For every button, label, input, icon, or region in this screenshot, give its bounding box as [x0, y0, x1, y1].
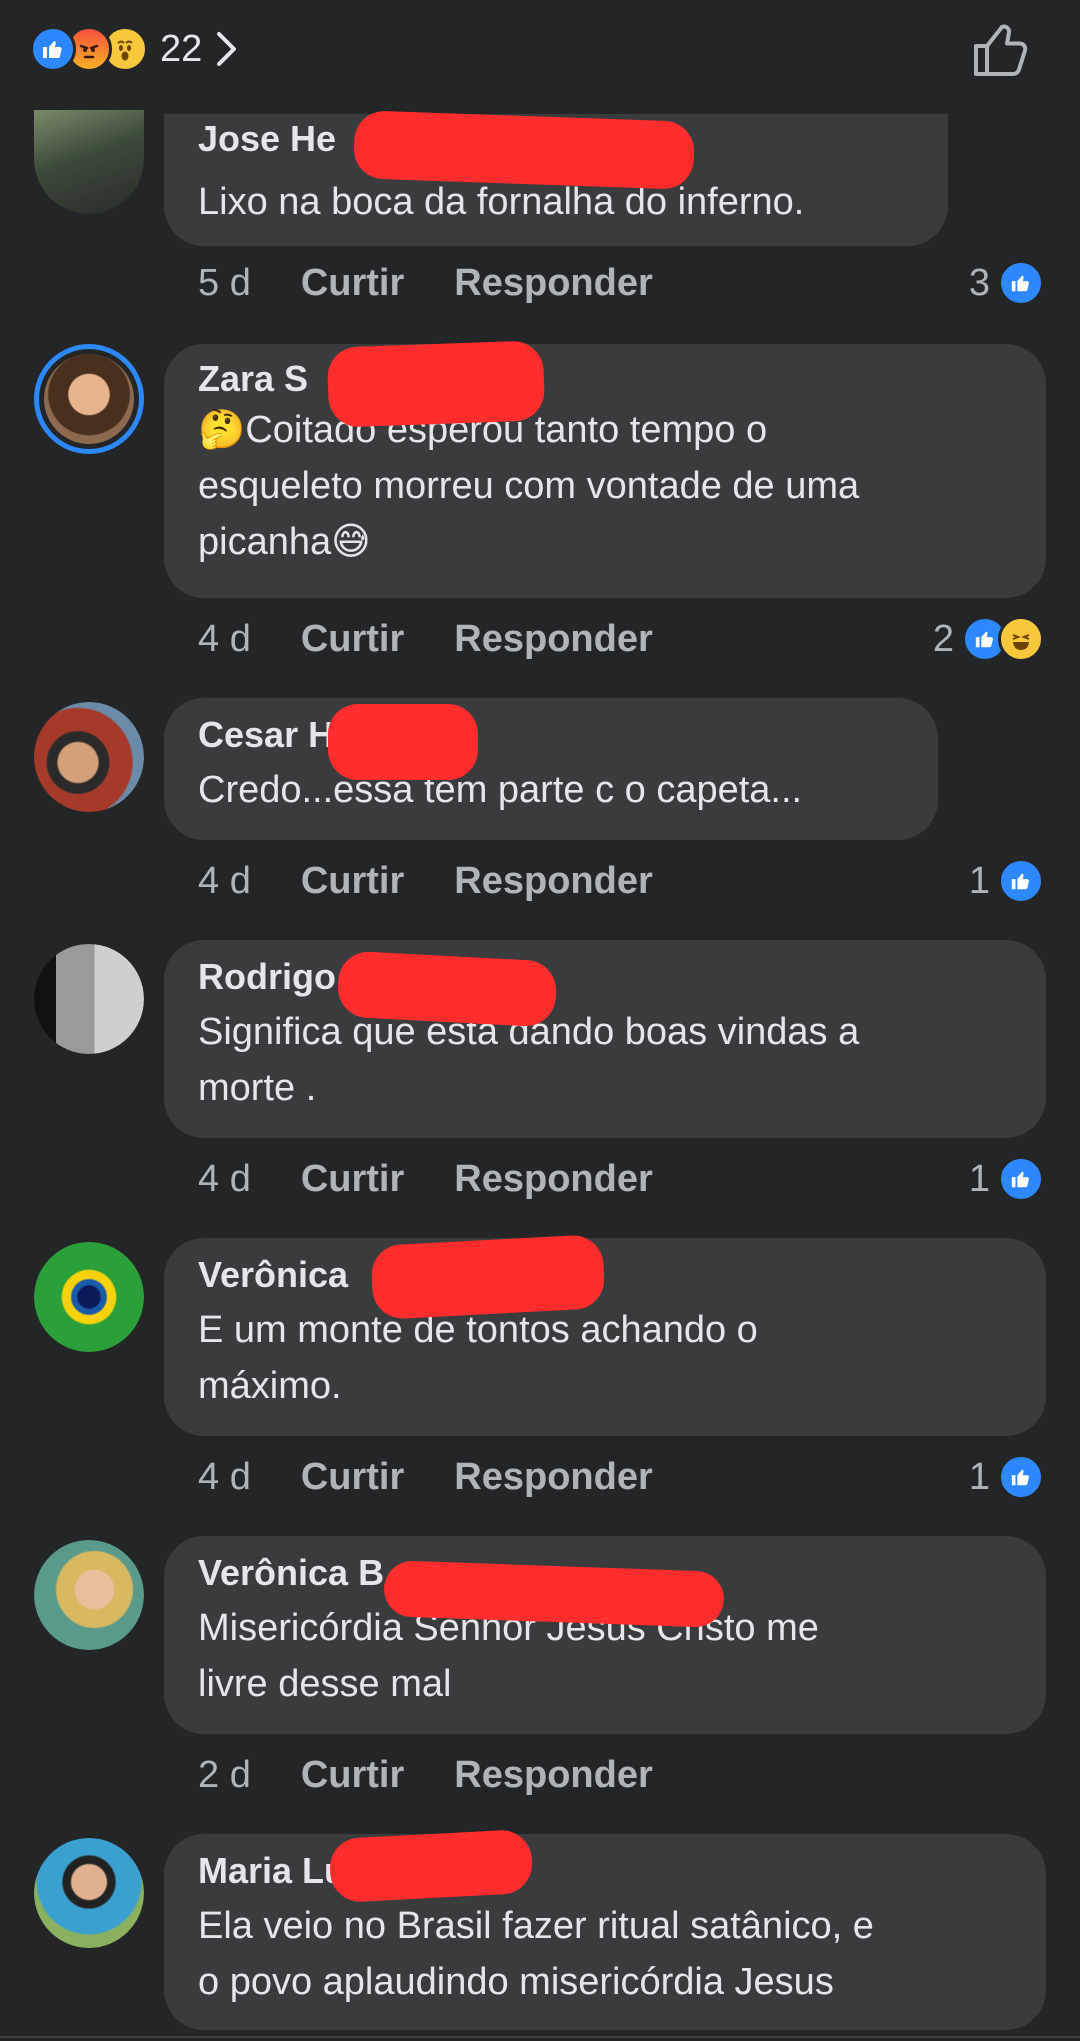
comment-time: 2 d — [198, 1754, 251, 1796]
comment-time: 4 d — [198, 1456, 251, 1498]
comment-time: 4 d — [198, 1158, 251, 1200]
like-comment-button[interactable]: Curtir — [301, 618, 404, 660]
commenter-name[interactable]: Cesar H — [198, 714, 334, 756]
like-button-icon[interactable] — [972, 22, 1030, 78]
comment-actions: 2 d Curtir Responder — [198, 1754, 703, 1797]
haha-icon — [998, 616, 1044, 662]
comment-time: 4 d — [198, 618, 251, 660]
like-comment-button[interactable]: Curtir — [301, 860, 404, 902]
commenter-name[interactable]: Zara S — [198, 358, 308, 400]
reply-button[interactable]: Responder — [454, 262, 652, 304]
comment-text: 🤔Coitado esperou tanto tempo o esqueleto… — [198, 409, 860, 563]
comment-text: E um monte de tontos achando o máximo. — [198, 1309, 758, 1407]
like-icon — [998, 858, 1044, 904]
like-icon — [998, 260, 1044, 306]
comment-bubble: Cesar H Credo...essa tem parte c o capet… — [164, 698, 938, 840]
comment-text: Ela veio no Brasil fazer ritual satânico… — [198, 1905, 874, 2003]
redaction — [370, 1233, 606, 1321]
comment-reaction-count: 2 — [932, 617, 954, 660]
comment-reaction-count: 1 — [968, 1455, 990, 1498]
redaction — [336, 950, 558, 1028]
reaction-summary[interactable]: 22 — [30, 26, 238, 72]
commenter-name[interactable]: Rodrigo — [198, 956, 336, 998]
comment-bubble: Verônica B Misericórdia Senhor Jesus Cri… — [164, 1536, 1046, 1734]
avatar[interactable] — [34, 344, 144, 454]
reply-button[interactable]: Responder — [454, 618, 652, 660]
redaction — [326, 340, 546, 428]
comment-actions: 5 d Curtir Responder — [198, 262, 703, 305]
comment-reaction-count: 1 — [968, 1157, 990, 1200]
like-comment-button[interactable]: Curtir — [301, 1456, 404, 1498]
comment-reaction-count: 3 — [968, 261, 990, 304]
avatar[interactable] — [34, 1242, 144, 1352]
reply-button[interactable]: Responder — [454, 1158, 652, 1200]
comment-reactions[interactable]: 3 — [969, 260, 1044, 306]
comment-reactions[interactable]: 1 — [969, 1454, 1044, 1500]
chevron-right-icon[interactable] — [216, 31, 238, 67]
comment-bubble: Zara S 🤔Coitado esperou tanto tempo o es… — [164, 344, 1046, 598]
commenter-name[interactable]: Verônica — [198, 1254, 348, 1296]
redaction — [383, 1560, 725, 1628]
comment-bubble: Verônica E um monte de tontos achando o … — [164, 1238, 1046, 1436]
like-icon — [998, 1454, 1044, 1500]
redaction — [352, 110, 696, 190]
comment-text: Credo...essa tem parte c o capeta... — [198, 769, 803, 811]
comment-reactions[interactable]: 1 — [969, 1156, 1044, 1202]
comment-bubble: Rodrigo Significa que esta dando boas vi… — [164, 940, 1046, 1138]
avatar[interactable] — [34, 1838, 144, 1948]
like-icon — [998, 1156, 1044, 1202]
comment-bubble: Maria Lu Ela veio no Brasil fazer ritual… — [164, 1834, 1046, 2030]
like-comment-button[interactable]: Curtir — [301, 262, 404, 304]
commenter-name[interactable]: Maria Lu — [198, 1850, 346, 1892]
avatar[interactable] — [34, 944, 144, 1054]
like-comment-button[interactable]: Curtir — [301, 1754, 404, 1796]
reaction-count: 22 — [160, 27, 203, 70]
avatar[interactable] — [34, 1540, 144, 1650]
bottom-divider — [0, 2036, 1080, 2038]
commenter-name[interactable]: Verônica B — [198, 1552, 384, 1594]
comment-reactions[interactable]: 1 — [969, 858, 1044, 904]
comment-actions: 4 d Curtir Responder — [198, 860, 703, 903]
reply-button[interactable]: Responder — [454, 860, 652, 902]
like-comment-button[interactable]: Curtir — [301, 1158, 404, 1200]
reply-button[interactable]: Responder — [454, 1754, 652, 1796]
avatar[interactable] — [34, 110, 144, 214]
comment-reaction-count: 1 — [968, 859, 990, 902]
reactions-header: 22 — [0, 0, 1080, 100]
avatar[interactable] — [34, 702, 144, 812]
comment-actions: 4 d Curtir Responder — [198, 618, 703, 661]
redaction — [328, 704, 478, 780]
comment-reactions[interactable]: 2 — [933, 616, 1044, 662]
commenter-name[interactable]: Jose He — [198, 118, 336, 160]
like-icon — [30, 26, 76, 72]
comment-actions: 4 d Curtir Responder — [198, 1456, 703, 1499]
comment-actions: 4 d Curtir Responder — [198, 1158, 703, 1201]
reply-button[interactable]: Responder — [454, 1456, 652, 1498]
comment-time: 4 d — [198, 860, 251, 902]
redaction — [328, 1828, 534, 1904]
comment-time: 5 d — [198, 262, 251, 304]
